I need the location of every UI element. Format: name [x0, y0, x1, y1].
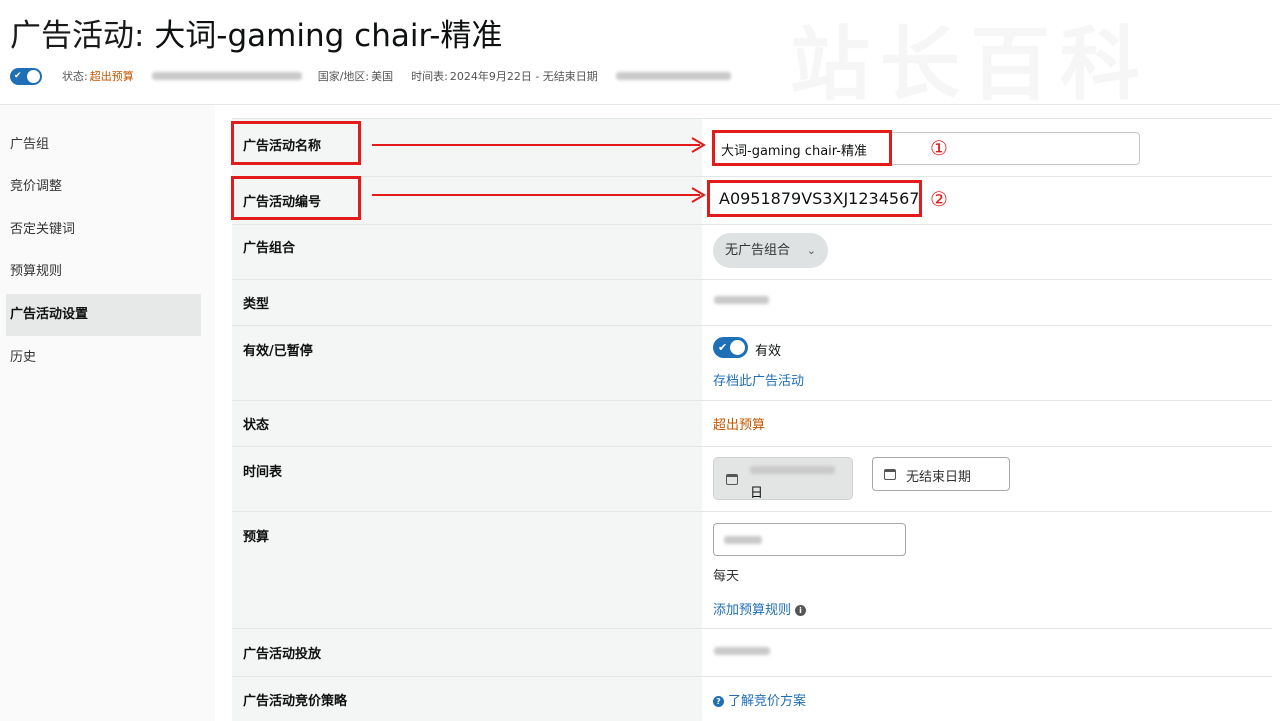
status-value: 超出预算 [89, 70, 134, 83]
row-divider [232, 325, 1272, 326]
row-divider [232, 224, 1272, 225]
annotation-box [712, 130, 892, 166]
calendar-icon [884, 469, 896, 480]
budget-period: 每天 [713, 569, 740, 584]
type-label: 类型 [243, 297, 270, 312]
country-value: 美国 [371, 70, 394, 83]
row-divider [232, 676, 1272, 677]
learn-bidding-link[interactable]: ? 了解竞价方案 [713, 690, 806, 709]
campaign-delivery-label: 广告活动投放 [243, 647, 322, 662]
start-date-suffix: 日 [750, 486, 764, 501]
start-date-field[interactable]: 日 [713, 457, 853, 501]
annotation-box [231, 121, 361, 165]
budget-input[interactable] [713, 523, 906, 556]
add-budget-rule-link[interactable]: 添加预算规则 i [713, 599, 807, 618]
redacted-text [724, 536, 762, 544]
sidebar-item-budget-rules[interactable]: 预算规则 [6, 251, 201, 293]
redacted-text [151, 72, 302, 80]
row-divider [232, 400, 1272, 401]
campaign-active-toggle[interactable]: ✔ [713, 337, 748, 358]
sidebar-item-campaign-settings[interactable]: 广告活动设置 [6, 294, 201, 336]
add-budget-rule-text: 添加预算规则 [713, 603, 792, 618]
schedule-label: 时间表: [411, 70, 448, 83]
end-date-value: 无结束日期 [906, 470, 972, 485]
redacted-text [615, 72, 731, 80]
portfolio-dropdown[interactable]: 无广告组合 ⌄ [713, 233, 828, 268]
page-title: 广告活动: 大词-gaming chair-精准 [10, 10, 502, 55]
annotation-box [231, 176, 361, 220]
campaign-enabled-toggle[interactable]: ✔ [10, 67, 42, 85]
status-label: 状态: [62, 70, 88, 83]
annotation-box [707, 180, 922, 217]
active-paused-label: 有效/已暂停 [243, 344, 313, 359]
portfolio-dropdown-value: 无广告组合 [725, 243, 791, 258]
annotation-arrow [372, 187, 706, 203]
archive-campaign-link[interactable]: 存档此广告活动 [713, 370, 804, 389]
active-status-text: 有效 [755, 344, 782, 359]
row-divider [232, 628, 1272, 629]
row-divider [232, 118, 1272, 119]
help-icon: ? [713, 696, 724, 707]
page-title-label: 广告活动: [10, 18, 145, 54]
learn-bidding-text: 了解竞价方案 [728, 694, 807, 709]
check-icon: ✔ [14, 70, 22, 81]
annotation-marker-1: ① [930, 136, 948, 160]
toggle-knob [730, 340, 745, 355]
budget-label: 预算 [243, 530, 270, 545]
page-title-campaign-name: 大词-gaming chair-精准 [154, 18, 503, 54]
annotation-marker-2: ② [930, 187, 948, 211]
redacted-text [714, 296, 769, 304]
sidebar-item-negative-keywords[interactable]: 否定关键词 [6, 209, 201, 251]
watermark: 站长百科 [790, 0, 1150, 116]
end-date-field[interactable]: 无结束日期 [872, 457, 1010, 491]
schedule-value: 2024年9月22日 - 无结束日期 [449, 70, 598, 83]
row-divider [232, 446, 1272, 447]
status-row-value: 超出预算 [713, 418, 766, 433]
sidebar-item-bid-adjustments[interactable]: 竞价调整 [6, 166, 201, 208]
sidebar-item-ad-groups[interactable]: 广告组 [6, 124, 201, 166]
portfolio-label: 广告组合 [243, 241, 296, 256]
row-divider [232, 511, 1272, 512]
country-label: 国家/地区: [317, 70, 370, 83]
check-icon: ✔ [718, 341, 728, 354]
chevron-down-icon: ⌄ [806, 244, 816, 257]
info-icon: i [795, 605, 807, 616]
redacted-text [714, 647, 770, 655]
campaign-meta-row: ✔ 状态: 超出预算 国家/地区: 美国 时间表: 2024年9月22日 - 无… [10, 66, 731, 86]
row-divider [232, 176, 1272, 177]
annotation-arrow [372, 137, 706, 153]
sidebar-item-history[interactable]: 历史 [6, 337, 201, 379]
redacted-text [750, 466, 835, 474]
sidebar-nav: 广告组 竞价调整 否定关键词 预算规则 广告活动设置 历史 [0, 105, 215, 721]
row-divider [232, 279, 1272, 280]
calendar-icon [726, 474, 738, 485]
status-row-label: 状态 [243, 418, 270, 433]
bidding-strategy-label: 广告活动竞价策略 [243, 694, 348, 709]
toggle-knob [27, 69, 40, 83]
schedule-row-label: 时间表 [243, 465, 283, 480]
